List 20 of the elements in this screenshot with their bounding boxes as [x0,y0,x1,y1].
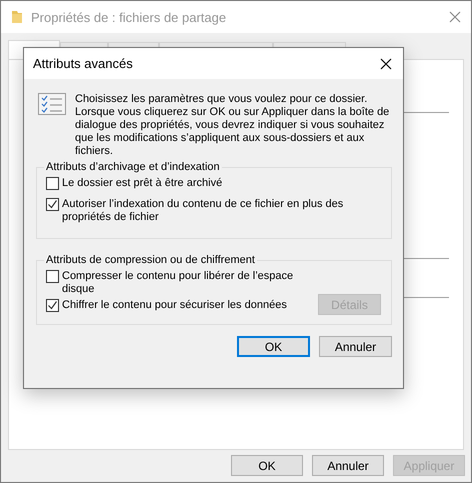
checkbox[interactable] [46,177,59,190]
dialog-button[interactable]: OK [231,455,303,476]
dialog-button[interactable]: OK [237,336,310,357]
checkbox-label: Autoriser l’indexation du contenu de ce fichier en plus des propriétés de fichier [62,198,344,224]
window-title: Propriétés de : fichiers de partage [31,10,228,24]
close-icon[interactable] [380,58,392,70]
checkbox-label: Compresser le contenu pour libérer de l’espace disque [62,270,294,296]
checkbox[interactable] [46,270,59,283]
dialog-title: Attributs avancés [33,56,134,71]
checkbox-label: Le dossier est prêt à être archivé [62,177,222,190]
checkbox[interactable] [46,198,59,211]
group-title: Attributs d’archivage et d’indexation [45,161,221,173]
group-title: Attributs de compression ou de chiffrement [45,254,256,266]
description-text: Choisissez les paramètres que vous voulez pour ce dossier. Lorsque vous cliquerez sur OK ou sur Appliquer dans la boîte de dialogue des propriétés, vous devrez indiquer si vous souhaitez que les modifications s’appliquent aux sous-dossiers et aux fichiers. [75,93,390,158]
dialog-button[interactable]: Annuler [312,455,384,476]
dialog-button[interactable]: Annuler [319,336,392,357]
checkbox[interactable] [46,299,59,312]
folder-icon [11,10,23,24]
checklist-icon [38,93,66,115]
checkbox-label: Chiffrer le contenu pour sécuriser les données [62,299,287,312]
